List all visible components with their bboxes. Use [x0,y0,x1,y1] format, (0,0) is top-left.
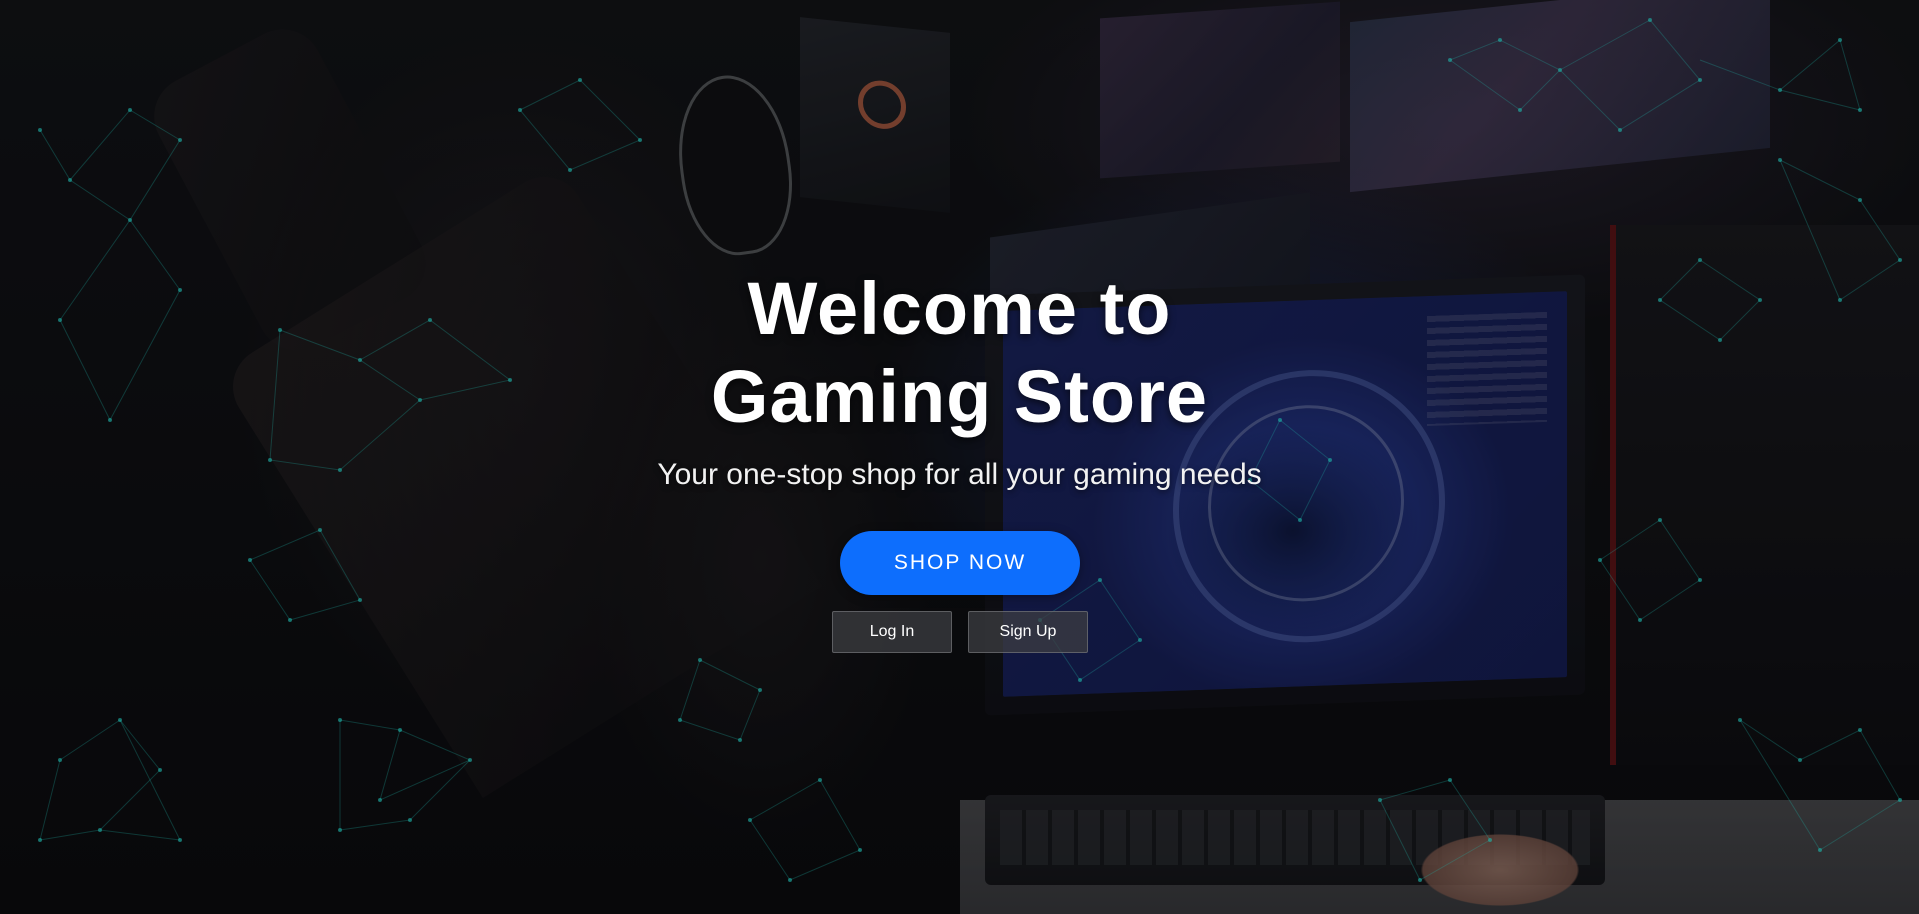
shop-now-button[interactable]: SHOP NOW [840,531,1080,595]
hero-title-line-1: Welcome to [747,267,1172,350]
hero-subtitle: Your one-stop shop for all your gaming n… [657,458,1262,491]
log-in-button[interactable]: Log In [832,611,952,653]
sign-up-button[interactable]: Sign Up [968,611,1088,653]
hero-content: Welcome to Gaming Store Your one-stop sh… [0,0,1919,914]
hero-title: Welcome to Gaming Store [0,265,1919,441]
hero-title-line-2: Gaming Store [710,355,1209,438]
hero-section: Welcome to Gaming Store Your one-stop sh… [0,0,1919,914]
